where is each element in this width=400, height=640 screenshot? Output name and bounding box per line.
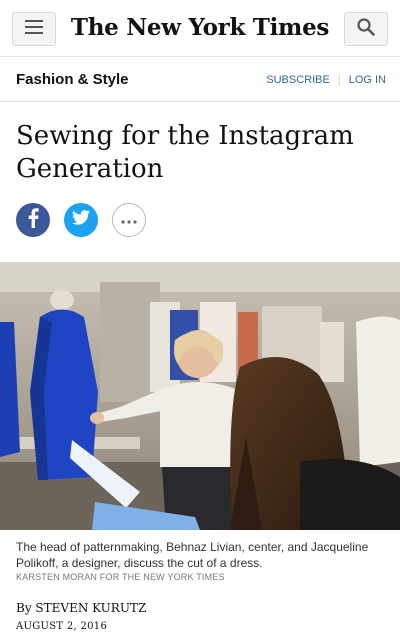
section-bar: Fashion & Style SUBSCRIBE | LOG IN: [0, 58, 400, 102]
link-divider: |: [337, 74, 341, 86]
more-icon: [121, 211, 137, 229]
search-icon: [357, 17, 375, 41]
section-name[interactable]: Fashion & Style: [16, 71, 129, 88]
article-byline: By STEVEN KURUTZ: [16, 601, 147, 615]
facebook-icon: [26, 207, 40, 233]
photo-illustration: [0, 262, 400, 530]
photo-credit: KARSTEN MORAN FOR THE NEW YORK TIMES: [16, 572, 225, 582]
twitter-icon: [72, 210, 90, 230]
more-share-button[interactable]: [112, 203, 146, 237]
nyt-logo[interactable]: The New York Times: [0, 14, 400, 41]
twitter-share-button[interactable]: [64, 203, 98, 237]
top-bar: The New York Times: [0, 0, 400, 57]
photo-caption: The head of patternmaking, Behnaz Livian…: [16, 540, 369, 570]
search-button[interactable]: [344, 12, 388, 46]
article-photo[interactable]: [0, 262, 400, 530]
login-link[interactable]: LOG IN: [349, 74, 386, 86]
subscribe-link[interactable]: SUBSCRIBE: [266, 74, 330, 86]
share-bar: [16, 203, 146, 237]
article-headline: Sewing for the Instagram Generation: [16, 121, 354, 184]
account-links: SUBSCRIBE | LOG IN: [266, 74, 386, 86]
facebook-share-button[interactable]: [16, 203, 50, 237]
article-date: AUGUST 2, 2016: [16, 621, 108, 632]
